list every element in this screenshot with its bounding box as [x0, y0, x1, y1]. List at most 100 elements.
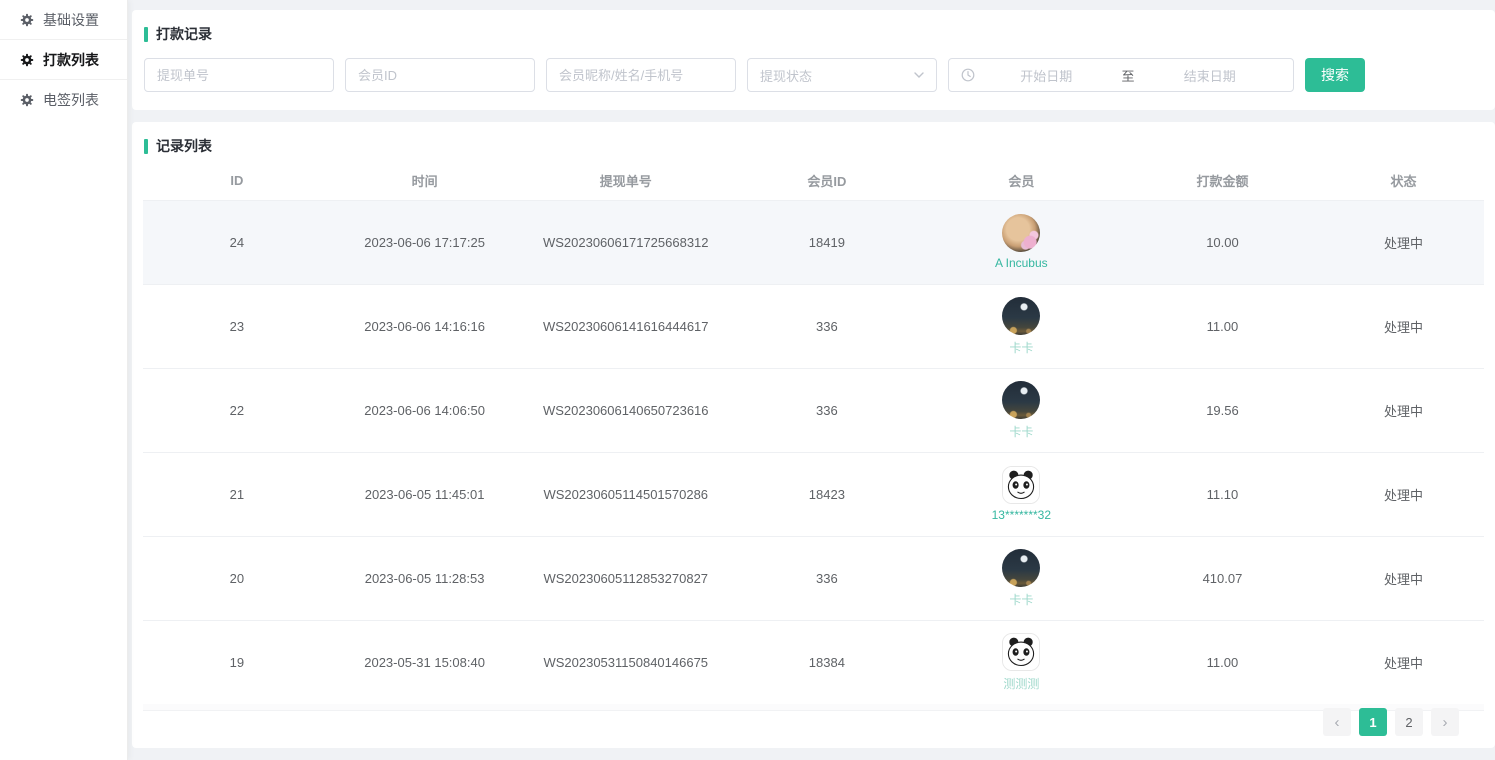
member-id-input[interactable] [345, 58, 535, 92]
panda-meme-icon [1003, 634, 1039, 670]
member-avatar[interactable] [1002, 549, 1040, 587]
member-name-link[interactable]: 测测测 [1003, 675, 1039, 692]
pagination-page-1[interactable]: 1 [1359, 708, 1387, 736]
search-button[interactable]: 搜索 [1305, 58, 1365, 92]
pagination-next-button[interactable]: › [1431, 708, 1459, 736]
cell-order-no: WS20230606141616444617 [518, 284, 733, 368]
cell-time: 2023-06-06 17:17:25 [331, 200, 519, 284]
col-header-order-no: 提现单号 [518, 162, 733, 200]
member-avatar[interactable] [1002, 466, 1040, 504]
panda-meme-icon [1003, 467, 1039, 503]
cell-order-no: WS20230606171725668312 [518, 200, 733, 284]
member-avatar[interactable] [1002, 214, 1040, 252]
cell-status: 处理中 [1323, 200, 1484, 284]
filter-panel: 打款记录 提现状态 开始日期 至 结束日期 搜索 [132, 10, 1495, 110]
sidebar: 基础设置 打款列表 电签列表 [0, 0, 128, 760]
cell-member-id: 336 [733, 368, 921, 452]
cell-member-id: 336 [733, 284, 921, 368]
cell-time: 2023-06-05 11:45:01 [331, 452, 519, 536]
member-name-link[interactable]: 卡卡 [1009, 591, 1033, 608]
sidebar-item-label: 基础设置 [43, 10, 99, 30]
sidebar-item-label: 打款列表 [43, 50, 99, 70]
table-row: 19 2023-05-31 15:08:40 WS202305311508401… [143, 620, 1484, 704]
member-avatar[interactable] [1002, 381, 1040, 419]
cell-member-id: 18419 [733, 200, 921, 284]
member-name-link[interactable]: 卡卡 [1009, 339, 1033, 356]
date-range-picker[interactable]: 开始日期 至 结束日期 [948, 58, 1294, 92]
cell-id: 22 [143, 368, 331, 452]
cell-time: 2023-05-31 15:08:40 [331, 620, 519, 704]
start-date-field[interactable]: 开始日期 [975, 66, 1118, 85]
sidebar-item-esign-list[interactable]: 电签列表 [0, 80, 127, 119]
col-header-amount: 打款金额 [1122, 162, 1323, 200]
cell-order-no: WS20230605114501570286 [518, 452, 733, 536]
cell-order-no: WS20230605112853270827 [518, 536, 733, 620]
cell-member-id: 18384 [733, 620, 921, 704]
table-row: 22 2023-06-06 14:06:50 WS202306061406507… [143, 368, 1484, 452]
gear-icon [20, 53, 34, 67]
cell-member: 13*******32 [921, 452, 1122, 536]
date-range-separator: 至 [1118, 66, 1139, 85]
cell-status: 处理中 [1323, 368, 1484, 452]
member-name-link[interactable]: 卡卡 [1009, 423, 1033, 440]
col-header-time: 时间 [331, 162, 519, 200]
withdraw-status-select[interactable]: 提现状态 [747, 58, 937, 92]
gear-icon [20, 93, 34, 107]
table-row: 20 2023-06-05 11:28:53 WS202306051128532… [143, 536, 1484, 620]
cell-amount: 19.56 [1122, 368, 1323, 452]
title-accent-bar [144, 139, 148, 154]
cell-amount: 10.00 [1122, 200, 1323, 284]
table-bottom-border [143, 704, 1484, 711]
member-name-link[interactable]: A Incubus [995, 256, 1048, 270]
member-avatar[interactable] [1002, 633, 1040, 671]
member-avatar[interactable] [1002, 297, 1040, 335]
clock-icon [961, 68, 975, 82]
col-header-member: 会员 [921, 162, 1122, 200]
records-panel: 记录列表 ID 时间 提现单号 会员ID 会员 打款金额 状态 24 2023-… [132, 122, 1495, 748]
cell-member: 卡卡 [921, 368, 1122, 452]
pagination-page-2[interactable]: 2 [1395, 708, 1423, 736]
table-row: 24 2023-06-06 17:17:25 WS202306061717256… [143, 200, 1484, 284]
table-row: 23 2023-06-06 14:16:16 WS202306061416164… [143, 284, 1484, 368]
withdraw-order-no-input[interactable] [144, 58, 334, 92]
records-panel-title: 记录列表 [132, 136, 1495, 156]
member-info-input[interactable] [546, 58, 736, 92]
cell-amount: 410.07 [1122, 536, 1323, 620]
cell-status: 处理中 [1323, 620, 1484, 704]
filter-panel-title: 打款记录 [144, 24, 1483, 44]
cell-status: 处理中 [1323, 536, 1484, 620]
cell-id: 20 [143, 536, 331, 620]
cell-member: 测测测 [921, 620, 1122, 704]
table-header-row: ID 时间 提现单号 会员ID 会员 打款金额 状态 [143, 162, 1484, 200]
col-header-id: ID [143, 162, 331, 200]
cell-id: 19 [143, 620, 331, 704]
cell-member: 卡卡 [921, 284, 1122, 368]
records-title-text: 记录列表 [156, 136, 212, 156]
cell-amount: 11.00 [1122, 620, 1323, 704]
cell-time: 2023-06-06 14:06:50 [331, 368, 519, 452]
filter-row: 提现状态 开始日期 至 结束日期 搜索 [144, 58, 1483, 92]
title-accent-bar [144, 27, 148, 42]
gear-icon [20, 13, 34, 27]
sidebar-item-basic-settings[interactable]: 基础设置 [0, 0, 127, 39]
records-table: ID 时间 提现单号 会员ID 会员 打款金额 状态 24 2023-06-06… [143, 162, 1484, 704]
cell-member-id: 336 [733, 536, 921, 620]
cell-member: 卡卡 [921, 536, 1122, 620]
filter-title-text: 打款记录 [156, 24, 212, 44]
member-name-link[interactable]: 13*******32 [992, 508, 1051, 522]
withdraw-status-placeholder: 提现状态 [760, 66, 812, 85]
sidebar-item-payment-list[interactable]: 打款列表 [0, 40, 127, 79]
col-header-status: 状态 [1323, 162, 1484, 200]
table-row: 21 2023-06-05 11:45:01 WS202306051145015… [143, 452, 1484, 536]
pagination: ‹ 1 2 › [1323, 708, 1459, 736]
main-content: 打款记录 提现状态 开始日期 至 结束日期 搜索 [132, 0, 1495, 760]
chevron-down-icon [914, 72, 924, 78]
cell-amount: 11.00 [1122, 284, 1323, 368]
cell-member-id: 18423 [733, 452, 921, 536]
pagination-prev-button[interactable]: ‹ [1323, 708, 1351, 736]
col-header-member-id: 会员ID [733, 162, 921, 200]
cell-member: A Incubus [921, 200, 1122, 284]
cell-time: 2023-06-06 14:16:16 [331, 284, 519, 368]
cell-id: 21 [143, 452, 331, 536]
end-date-field[interactable]: 结束日期 [1139, 66, 1282, 85]
